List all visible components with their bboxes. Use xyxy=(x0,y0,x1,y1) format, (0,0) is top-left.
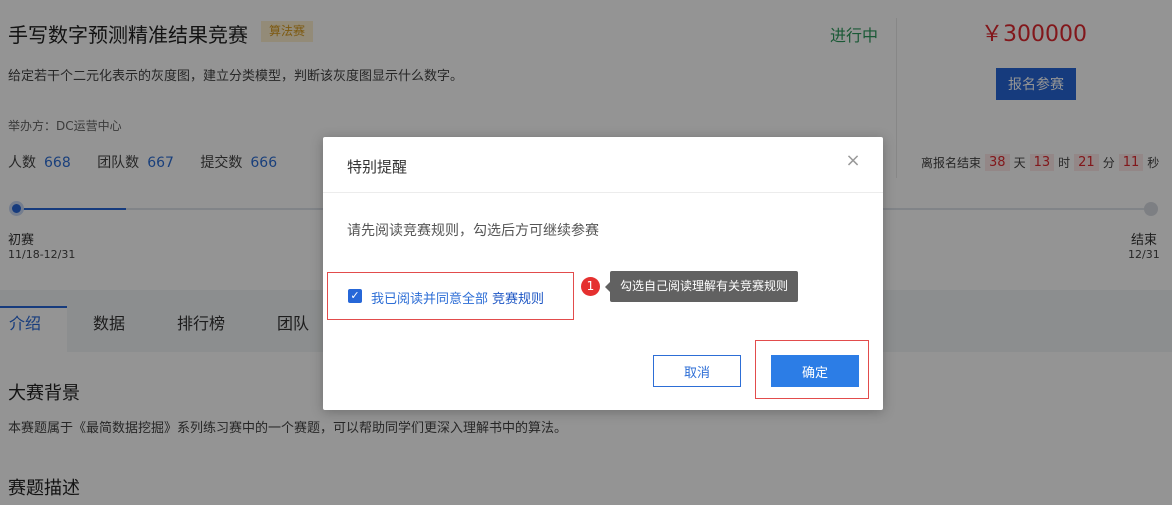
confirm-button[interactable]: 确定 xyxy=(771,355,859,387)
step-number-badge: 1 xyxy=(581,277,600,296)
cancel-button[interactable]: 取消 xyxy=(653,355,741,387)
dialog-header: 特别提醒 × xyxy=(323,137,883,193)
close-icon[interactable]: × xyxy=(843,151,863,171)
agree-label[interactable]: 我已阅读并同意全部 竞赛规则 xyxy=(371,288,544,307)
agree-checkbox[interactable]: ✓ xyxy=(348,289,362,303)
rules-link[interactable]: 竞赛规则 xyxy=(492,292,544,307)
reminder-dialog: 特别提醒 × 请先阅读竞赛规则，勾选后方可继续参赛 ✓ 我已阅读并同意全部 竞赛规… xyxy=(323,137,883,410)
confirm-highlight-box: 确定 xyxy=(755,340,869,399)
agree-highlight-box: ✓ 我已阅读并同意全部 竞赛规则 xyxy=(327,272,574,320)
dialog-message: 请先阅读竞赛规则，勾选后方可继续参赛 xyxy=(347,223,599,239)
agree-text: 我已阅读并同意全部 xyxy=(371,292,489,307)
dialog-title: 特别提醒 xyxy=(347,158,408,176)
annotation-tooltip: 勾选自己阅读理解有关竞赛规则 xyxy=(604,271,799,302)
